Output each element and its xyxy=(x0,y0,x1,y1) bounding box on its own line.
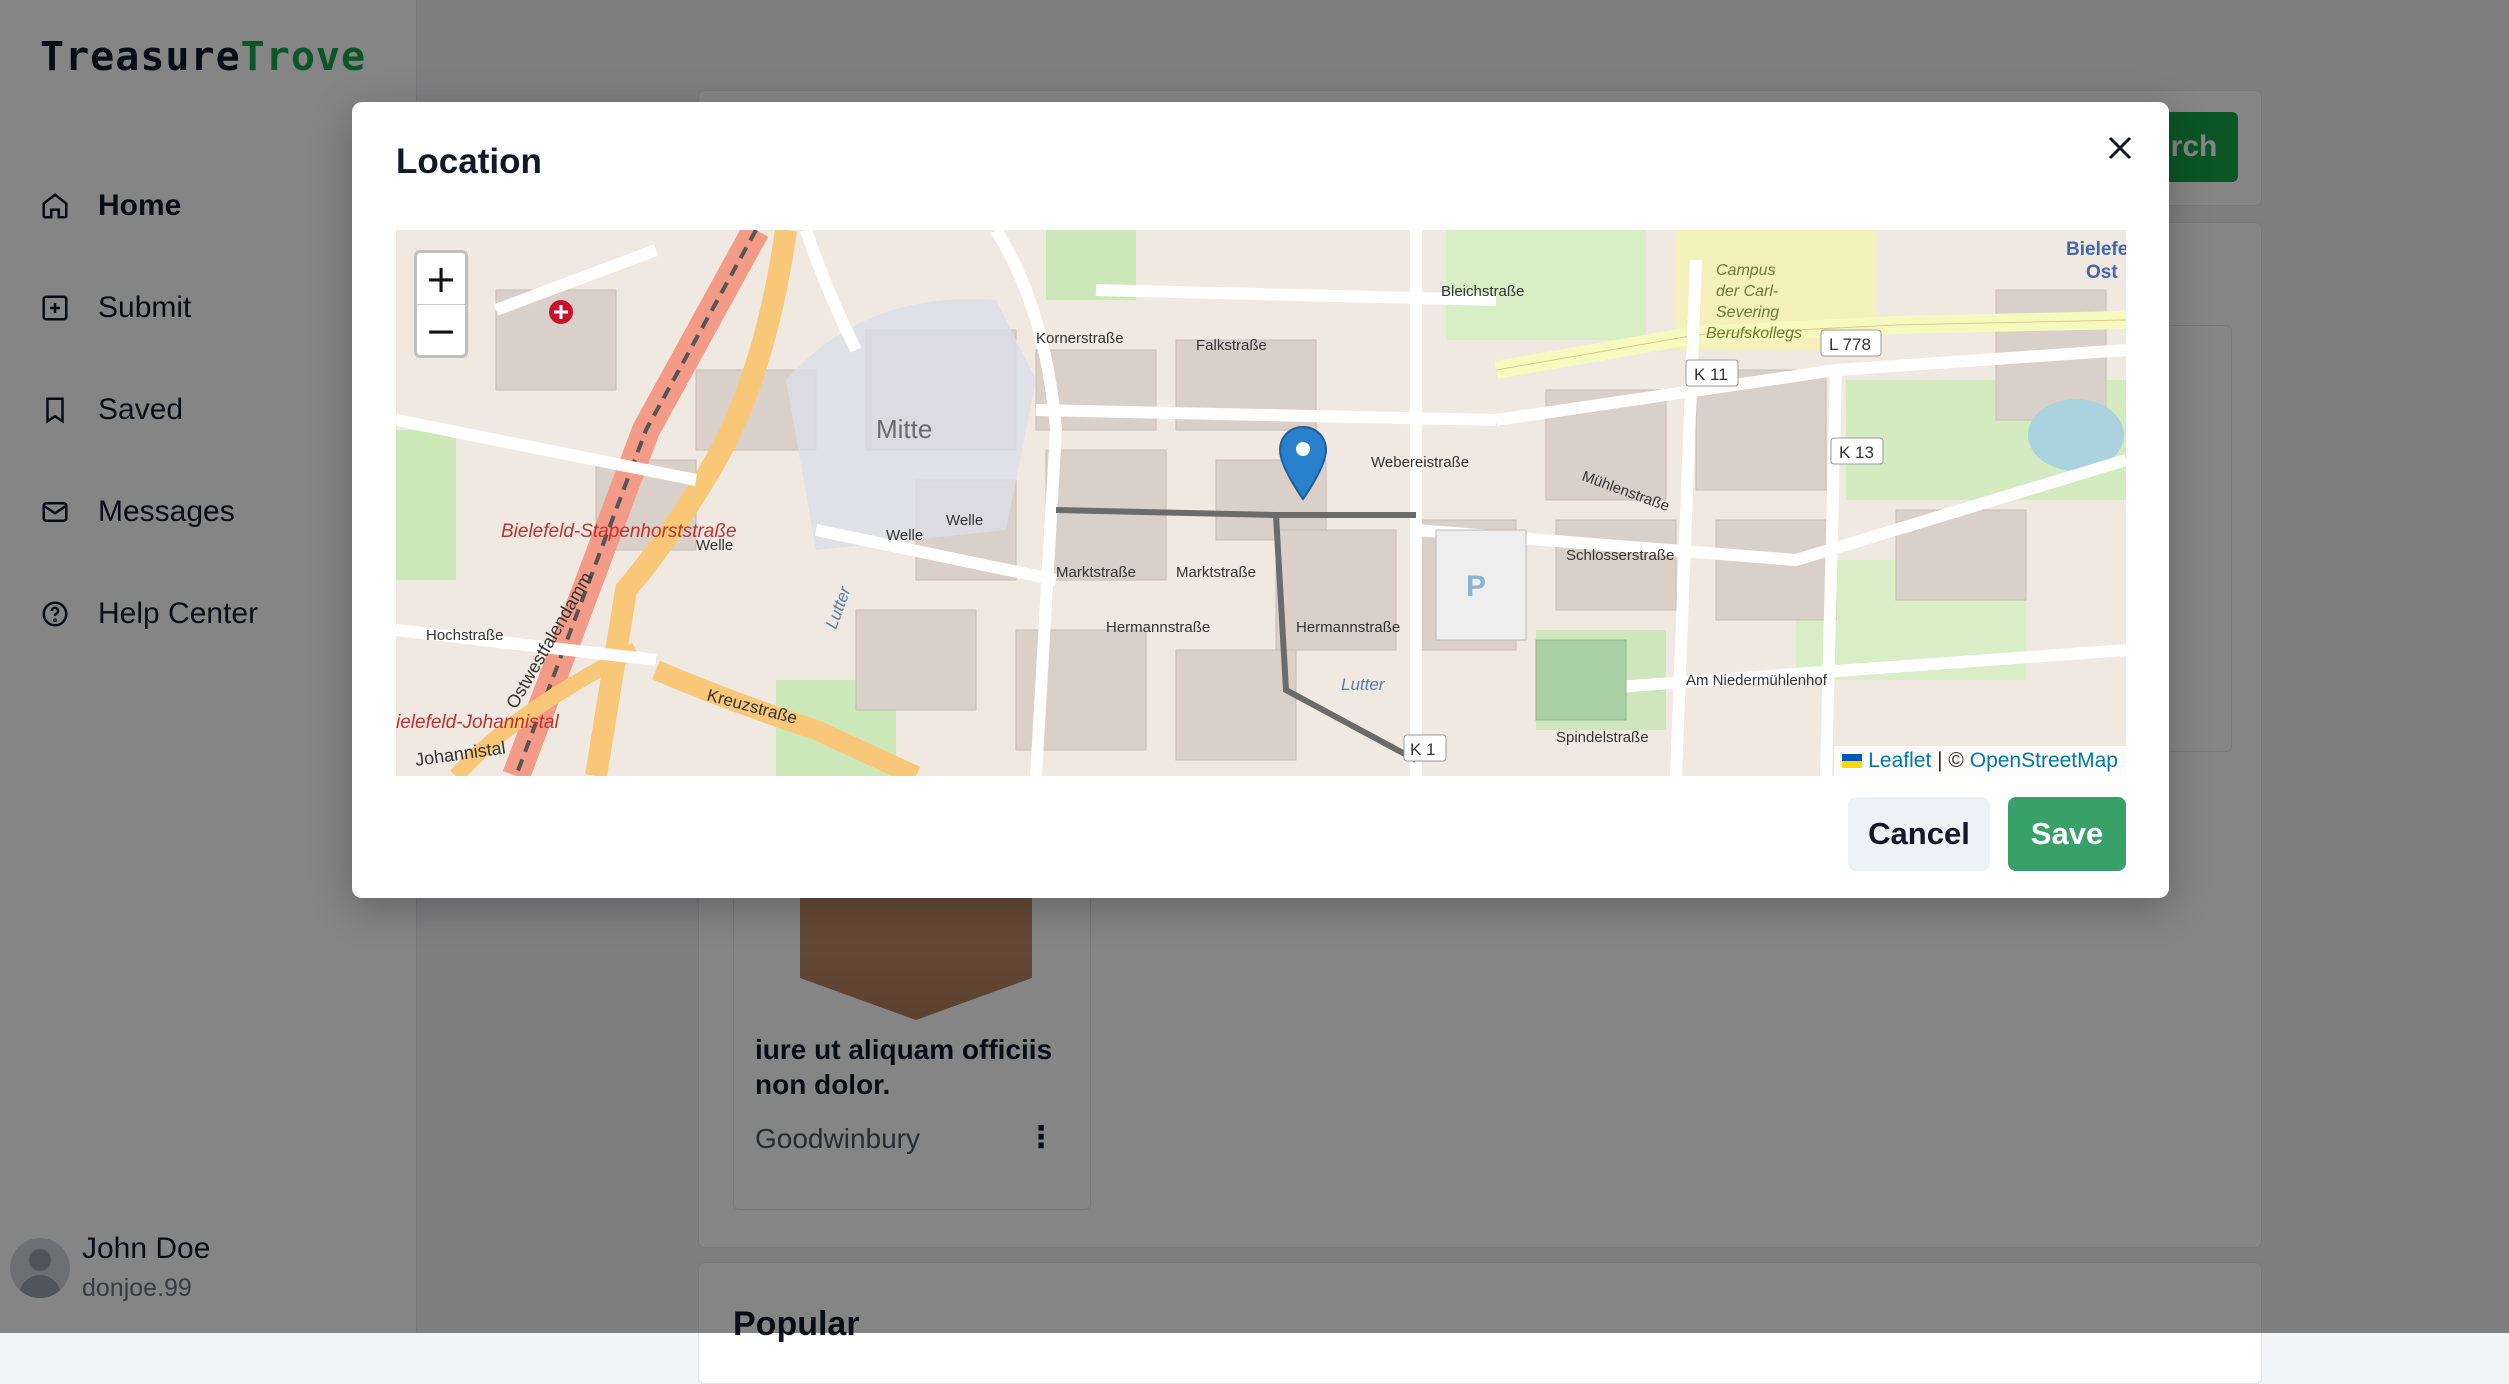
map-label-hermannstrasse-1: Hermannstraße xyxy=(1106,619,1210,636)
map-label-welle-2: Welle xyxy=(886,527,923,544)
leaflet-link[interactable]: Leaflet xyxy=(1868,749,1931,773)
cancel-button[interactable]: Cancel xyxy=(1848,797,1990,871)
map-label-hochstrasse: Hochstraße xyxy=(426,627,504,644)
location-modal: Location P Mitte Bielefeld-Stapenhorstst… xyxy=(352,102,2169,898)
map-tiles[interactable]: P Mitte Bielefeld-Stapenhorststraße iele… xyxy=(396,230,2126,776)
modal-title: Location xyxy=(396,142,542,181)
save-button[interactable]: Save xyxy=(2008,797,2126,871)
ukraine-flag-icon xyxy=(1842,754,1863,768)
road-shield-k13: K 13 xyxy=(1839,443,1874,462)
map-label-welle-1: Welle xyxy=(696,537,733,554)
map-label-campus-1: Campus xyxy=(1716,262,1776,279)
map-label-campus-4: Berufskollegs xyxy=(1706,325,1802,342)
map-label-webereistrasse: Webereistraße xyxy=(1371,454,1469,471)
map-label-campus-3: Severing xyxy=(1716,304,1779,321)
map-label-falkstrasse: Falkstraße xyxy=(1196,337,1267,354)
location-marker-icon[interactable] xyxy=(1278,425,1328,501)
map-label-spindelstrasse: Spindelstraße xyxy=(1556,729,1649,746)
map-label-schlosserstrasse: Schlosserstraße xyxy=(1566,547,1674,564)
road-shield-k1: K 1 xyxy=(1410,740,1436,759)
close-button[interactable] xyxy=(2098,126,2142,170)
zoom-control: + − xyxy=(414,250,468,358)
parking-label: P xyxy=(1466,570,1486,603)
location-map[interactable]: P Mitte Bielefeld-Stapenhorststraße iele… xyxy=(396,230,2126,776)
map-label-johannistal-station: ielefeld-Johannistal xyxy=(396,712,559,733)
map-label-kornerstrasse: Kornerstraße xyxy=(1036,330,1124,347)
map-label-campus-2: der Carl- xyxy=(1716,283,1778,300)
map-label-marktstrasse-2: Marktstraße xyxy=(1176,564,1256,581)
map-label-hermannstrasse-2: Hermannstraße xyxy=(1296,619,1400,636)
map-label-mitte: Mitte xyxy=(876,414,932,444)
map-label-marktstrasse-1: Marktstraße xyxy=(1056,564,1136,581)
openstreetmap-link[interactable]: OpenStreetMap xyxy=(1970,749,2118,773)
map-label-lutter-1: Lutter xyxy=(1341,675,1386,694)
map-label-bleichstrasse: Bleichstraße xyxy=(1441,283,1524,300)
map-label-welle-3: Welle xyxy=(946,512,983,529)
close-icon xyxy=(2108,136,2132,160)
map-attribution: Leaflet | © OpenStreetMap xyxy=(1834,746,2126,776)
zoom-out-button[interactable]: − xyxy=(417,305,465,356)
map-label-bielefeld-ost-1: Bielefe xyxy=(2066,239,2126,260)
map-label-am-niedermuehlenhof: Am Niedermühlenhof xyxy=(1686,672,1828,689)
map-label-bielefeld-ost-2: Ost xyxy=(2086,262,2118,283)
zoom-in-button[interactable]: + xyxy=(417,253,465,305)
road-shield-k11: K 11 xyxy=(1694,365,1728,384)
attribution-separator: | © xyxy=(1931,749,1970,772)
road-shield-l778: L 778 xyxy=(1829,335,1871,354)
